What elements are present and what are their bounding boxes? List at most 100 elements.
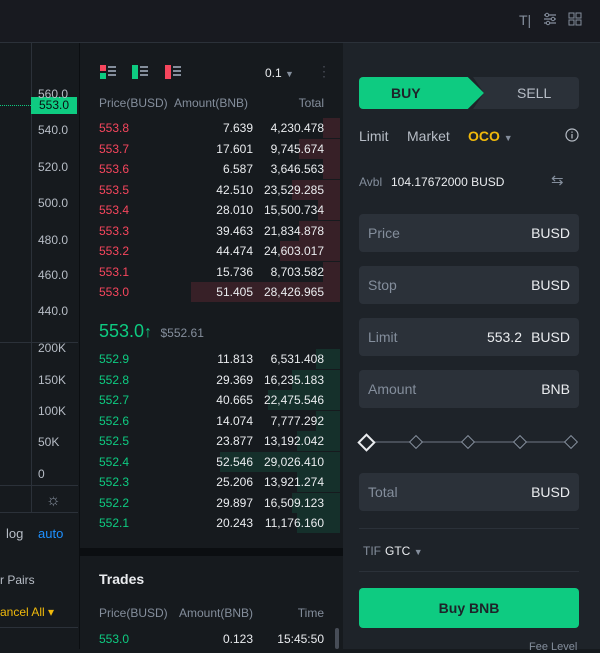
orderbook-bids-view-icon[interactable]: [132, 65, 148, 84]
row-amount: 28.010: [216, 203, 253, 217]
row-price: 553.3: [99, 223, 130, 238]
y-axis-label: 460.0: [38, 268, 69, 282]
row-total: 28,426.965: [263, 285, 324, 299]
row-amount: 17.601: [216, 141, 253, 156]
other-pairs-toggle[interactable]: r Pairs: [0, 573, 35, 587]
trades-header-time: Time: [297, 606, 324, 620]
amount-field-unit: BNB: [541, 381, 570, 397]
bid-row[interactable]: 552.6 14.074 7,777.292: [80, 410, 344, 431]
slider-handle[interactable]: [357, 433, 376, 452]
ask-row[interactable]: 553.2 44.474 24,603.017: [80, 241, 344, 261]
row-amount: 52.546: [216, 454, 253, 469]
text-tool-icon[interactable]: T|: [519, 12, 531, 28]
tab-oco[interactable]: OCO ▼: [468, 128, 513, 144]
stop-field-unit: BUSD: [531, 277, 570, 293]
info-icon[interactable]: [565, 128, 579, 147]
stop-field-label: Stop: [368, 277, 397, 293]
ask-row[interactable]: 553.5 42.510 23,529.285: [80, 179, 344, 200]
limit-field[interactable]: Limit 553.2 BUSD: [359, 318, 579, 356]
price-field[interactable]: Price BUSD: [359, 214, 579, 252]
chevron-down-icon: ▼: [503, 133, 513, 143]
row-total: 4,230.478: [270, 121, 324, 135]
log-scale-button[interactable]: log: [6, 526, 23, 541]
row-price: 552.9: [99, 352, 130, 366]
orderbook-asks-view-icon[interactable]: [165, 65, 181, 84]
bid-row[interactable]: 552.4 52.546 29,026.410: [80, 451, 344, 472]
row-total: 8,703.582: [270, 264, 324, 279]
bid-row[interactable]: 552.8 29.369 16,235.183: [80, 369, 344, 390]
ask-row[interactable]: 553.3 39.463 21,834.878: [80, 220, 344, 241]
row-price: 552.5: [99, 434, 130, 448]
total-field[interactable]: Total BUSD: [359, 473, 579, 511]
slider-step-25[interactable]: [408, 434, 424, 450]
bid-row[interactable]: 552.9 11.813 6,531.408: [80, 349, 344, 369]
sun-icon[interactable]: ☼: [46, 492, 61, 510]
row-amount: 29.897: [216, 495, 253, 510]
row-total: 16,509.123: [263, 495, 324, 510]
price-field-label: Price: [368, 225, 400, 241]
row-total: 24,603.017: [263, 244, 324, 258]
row-amount: 25.206: [216, 475, 253, 489]
bid-row[interactable]: 552.7 40.665 22,475.546: [80, 390, 344, 410]
row-price: 553.0: [99, 285, 130, 299]
buy-tab[interactable]: BUY: [359, 77, 484, 109]
price-chart[interactable]: 553.0 560.0 540.0 520.0 500.0 480.0 460.…: [0, 43, 78, 649]
tab-market[interactable]: Market: [407, 128, 450, 144]
bid-row[interactable]: 552.1 20.243 11,176.160: [80, 513, 344, 533]
y-axis-label: 540.0: [38, 123, 69, 137]
sell-tab[interactable]: SELL: [473, 77, 579, 109]
row-amount: 23.877: [216, 434, 253, 448]
ask-row[interactable]: 553.4 28.010 15,500.734: [80, 200, 344, 220]
row-total: 16,235.183: [263, 372, 324, 387]
amount-slider[interactable]: [357, 433, 579, 452]
slider-step-75[interactable]: [512, 434, 528, 450]
amount-field[interactable]: Amount BNB: [359, 370, 579, 408]
ask-row[interactable]: 553.6 6.587 3,646.563: [80, 159, 344, 179]
row-price: 552.4: [99, 454, 130, 469]
precision-select[interactable]: 0.1 ▼: [265, 66, 294, 80]
row-price: 553.1: [99, 264, 130, 279]
fee-level-link[interactable]: Fee Level: [529, 641, 577, 653]
grid-layout-icon[interactable]: [568, 12, 582, 29]
more-options-icon[interactable]: ⋮: [317, 63, 331, 80]
row-total: 23,529.285: [263, 182, 324, 197]
order-book: 0.1 ▼ ⋮ Price(BUSD) Amount(BNB) Total 55…: [79, 43, 344, 649]
scale-divider: [0, 512, 78, 513]
orderbook-both-view-icon[interactable]: [100, 65, 116, 84]
trades-scrollbar[interactable]: [335, 628, 339, 649]
top-toolbar: T|: [0, 0, 600, 43]
settings-sliders-icon[interactable]: [543, 12, 557, 29]
chevron-down-icon: ▼: [413, 547, 423, 557]
bid-row[interactable]: 552.2 29.897 16,509.123: [80, 492, 344, 513]
chevron-down-icon: ▼: [285, 69, 294, 79]
ask-row[interactable]: 553.7 17.601 9,745.674: [80, 138, 344, 159]
depth-bar: [323, 261, 340, 282]
ask-row[interactable]: 553.1 15.736 8,703.582: [80, 261, 344, 282]
slider-step-100[interactable]: [563, 434, 579, 450]
tab-limit[interactable]: Limit: [359, 128, 389, 144]
ask-row[interactable]: 553.8 7.639 4,230.478: [80, 118, 344, 138]
row-total: 9,745.674: [270, 141, 324, 156]
row-amount: 15.736: [216, 264, 253, 279]
current-price-line: [0, 105, 31, 106]
row-amount: 51.405: [216, 285, 253, 299]
stop-field[interactable]: Stop BUSD: [359, 266, 579, 304]
ask-row[interactable]: 553.0 51.405 28,426.965: [80, 282, 344, 302]
bid-row[interactable]: 552.3 25.206 13,921.274: [80, 472, 344, 492]
tif-select[interactable]: GTC ▼: [385, 544, 423, 558]
cancel-all-button[interactable]: ancel All ▾: [0, 605, 54, 619]
row-price: 552.7: [99, 393, 130, 407]
trade-time: 15:45:50: [277, 632, 324, 646]
auto-scale-button[interactable]: auto: [38, 526, 63, 541]
buy-bnb-button[interactable]: Buy BNB: [359, 588, 579, 628]
slider-step-50[interactable]: [460, 434, 476, 450]
row-amount: 40.665: [216, 393, 253, 407]
sell-tab-label: SELL: [517, 85, 552, 101]
depth-bar: [323, 159, 340, 179]
bid-row[interactable]: 552.5 23.877 13,192.042: [80, 431, 344, 451]
transfer-icon[interactable]: ⇆: [551, 171, 564, 189]
row-total: 7,777.292: [270, 413, 324, 428]
buy-tab-label: BUY: [391, 85, 421, 101]
total-field-label: Total: [368, 484, 398, 500]
row-amount: 14.074: [216, 413, 253, 428]
